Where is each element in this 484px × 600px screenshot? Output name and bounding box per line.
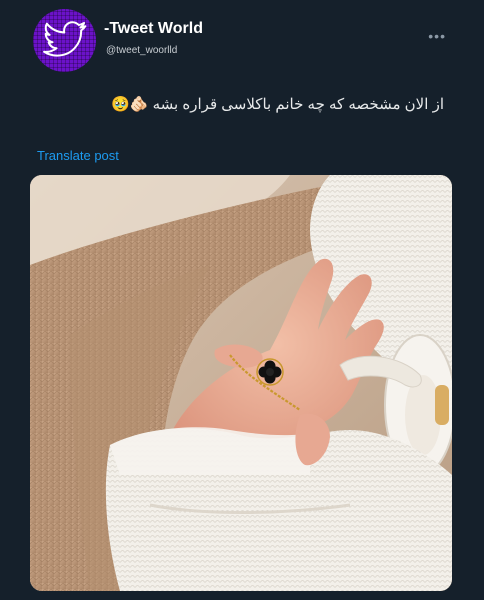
author-handle[interactable]: @tweet_woorlld xyxy=(106,45,177,56)
tweet-text: از الان مشخصه که چه خانم باکلاسی قراره ب… xyxy=(111,96,444,113)
bird-icon xyxy=(43,21,87,57)
tweet-header: -Tweet World @tweet_woorlld ••• xyxy=(0,0,484,84)
translate-post-link[interactable]: Translate post xyxy=(37,148,119,163)
more-options-icon[interactable]: ••• xyxy=(428,28,446,44)
baby-hand-photo xyxy=(30,175,452,591)
tweet-media-image[interactable] xyxy=(30,175,452,591)
author-display-name[interactable]: -Tweet World xyxy=(104,20,203,38)
avatar[interactable] xyxy=(33,9,96,72)
